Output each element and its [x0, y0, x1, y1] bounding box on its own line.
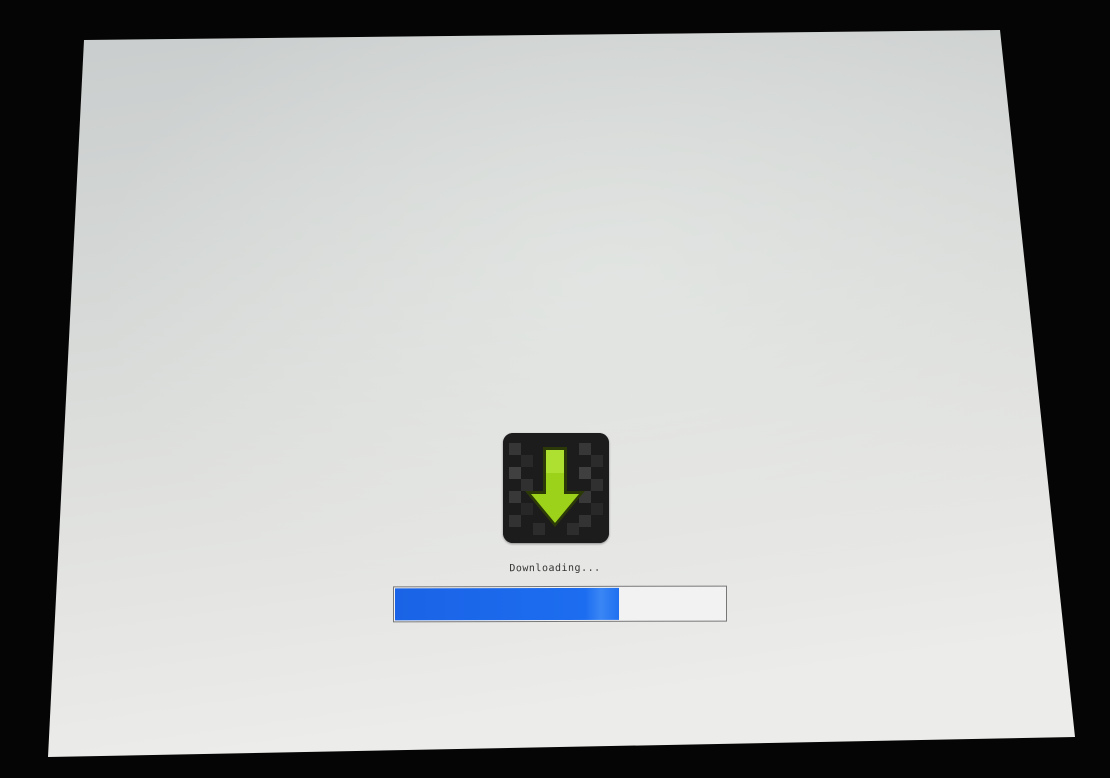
photo-frame: Downloading...	[0, 0, 1110, 778]
display-screen: Downloading...	[0, 0, 1110, 778]
download-arrow-icon	[503, 433, 609, 543]
screen-background	[48, 30, 1075, 757]
status-text: Downloading...	[509, 562, 601, 575]
progress-fill	[395, 587, 619, 621]
progress-bar	[393, 585, 727, 623]
